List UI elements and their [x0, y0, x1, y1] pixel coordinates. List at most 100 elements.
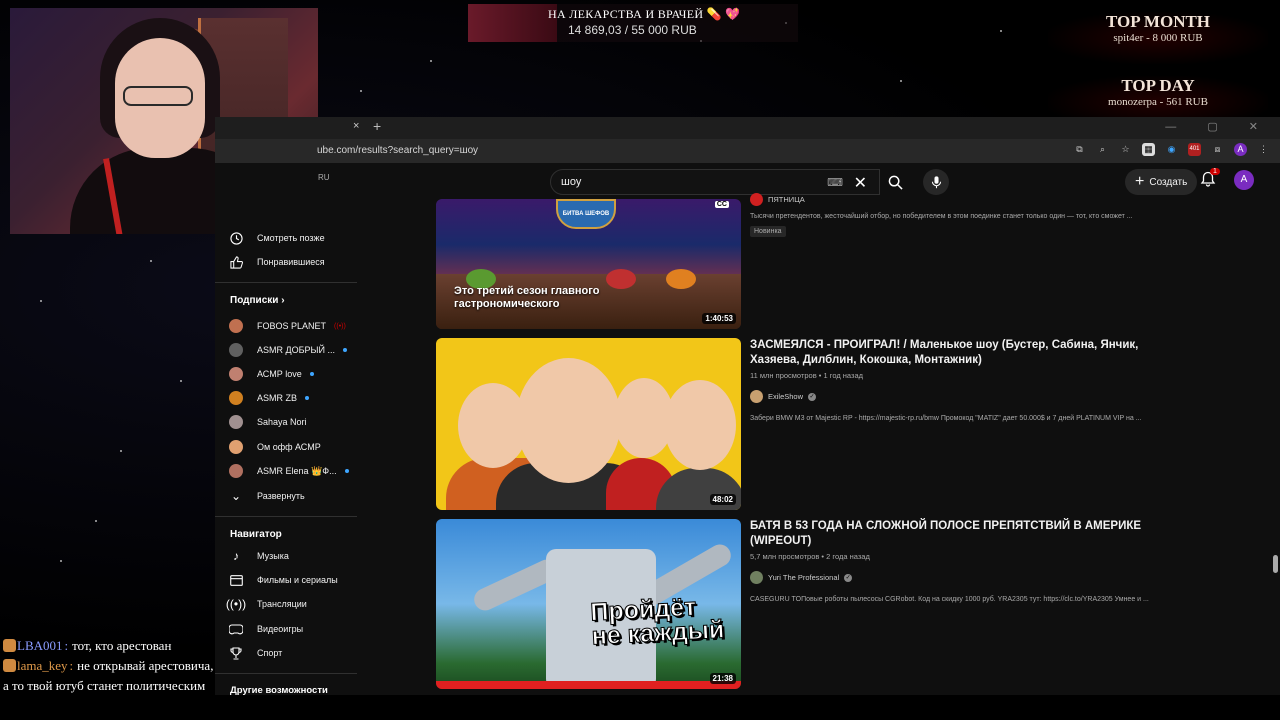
new-content-dot-icon: [344, 469, 349, 473]
browser-menu-icon[interactable]: ⋮: [1257, 143, 1270, 156]
sidebar-item-subscription[interactable]: ASMR ZB: [229, 389, 310, 407]
new-badge: Новинка: [750, 226, 786, 237]
tab-close-button[interactable]: ×: [353, 120, 359, 132]
sidebar-item-movies[interactable]: Фильмы и сериалы: [229, 571, 338, 589]
audio-extension-icon[interactable]: ◉: [1165, 143, 1178, 156]
sidebar-item-label: Фильмы и сериалы: [257, 575, 338, 585]
video-description: Тысячи претендентов, жесточайший отбор, …: [750, 213, 1133, 220]
channel-name: Sahaya Nori: [257, 417, 307, 427]
thumbnail-caption: Пройдёт не каждый: [589, 592, 725, 650]
video-meta: 5,7 млн просмотров • 2 года назад: [750, 552, 870, 561]
video-thumbnail[interactable]: 48:02: [436, 338, 741, 510]
sidebar-divider: [215, 282, 357, 283]
video-info: БАТЯ В 53 ГОДА НА СЛОЖНОЙ ПОЛОСЕ ПРЕПЯТС…: [750, 519, 1180, 603]
new-content-dot-icon: [342, 348, 347, 352]
sidebar-item-subscription[interactable]: FOBOS PLANET ((•)): [229, 317, 346, 335]
star: [1000, 30, 1002, 32]
video-title[interactable]: ЗАСМЕЯЛСЯ - ПРОИГРАЛ! / Маленькое шоу (Б…: [750, 338, 1180, 368]
video-thumbnail[interactable]: Пройдёт не каждый 21:38: [436, 519, 741, 689]
window-controls[interactable]: — ▢ ✕: [1165, 120, 1272, 133]
sidebar-item-liked[interactable]: Понравившиеся: [229, 253, 325, 271]
video-duration: 48:02: [709, 494, 736, 505]
subscriptions-heading[interactable]: Подписки ›: [230, 295, 285, 306]
channel-name: Ом офф АСМР: [257, 442, 321, 452]
keyboard-icon[interactable]: ⌨: [827, 176, 843, 189]
verified-check-icon: ✓: [844, 573, 853, 582]
sidebar-item-sports[interactable]: Спорт: [229, 644, 282, 662]
channel-avatar: [229, 464, 243, 478]
channel-name: ASMR ДОБРЫЙ ...: [257, 345, 335, 355]
tab-bar: × + — ▢ ✕: [215, 117, 1280, 139]
extension-badge[interactable]: 401: [1188, 143, 1201, 156]
sidebar-item-label: Трансляции: [257, 599, 307, 609]
search-icon: [888, 175, 903, 190]
donation-goal-widget: НА ЛЕКАРСТВА И ВРАЧЕЙ 💊 💖 14 869,03 / 55…: [468, 4, 798, 42]
extension-icon[interactable]: ▦: [1142, 143, 1155, 156]
navigator-heading: Навигатор: [230, 529, 282, 540]
create-label: Создать: [1149, 176, 1188, 188]
expand-label: Развернуть: [257, 491, 305, 501]
sidebar-item-watch-later[interactable]: Смотреть позже: [229, 229, 325, 247]
page-scrollbar[interactable]: [1273, 555, 1278, 573]
star: [60, 560, 62, 562]
channel-name: ASMR ZB: [257, 393, 298, 403]
sidebar-expand-button[interactable]: ⌄ Развернуть: [229, 487, 305, 505]
chat-message: LBA001: тот, кто арестован: [3, 636, 218, 656]
star: [430, 60, 432, 62]
channel-name: FOBOS PLANET: [257, 321, 327, 331]
bookmark-star-icon[interactable]: ☆: [1119, 143, 1132, 156]
new-tab-button[interactable]: +: [373, 118, 381, 134]
cast-icon[interactable]: ⧉: [1073, 143, 1086, 156]
top-day-entry: monozerpa - 561 RUB: [1108, 96, 1208, 108]
clear-search-icon[interactable]: ✕: [854, 173, 867, 193]
sidebar-item-subscription[interactable]: ASMR ДОБРЫЙ ...: [229, 341, 347, 359]
sidebar-item-live[interactable]: ((•)) Трансляции: [226, 595, 307, 613]
sidebar-item-music[interactable]: ♪ Музыка: [229, 547, 289, 565]
browser-profile-avatar[interactable]: A: [1234, 143, 1247, 156]
channel-avatar: [229, 319, 243, 333]
search-input[interactable]: [561, 176, 821, 188]
sidebar-item-label: Смотреть позже: [257, 233, 325, 243]
channel-name: ExileShow: [768, 392, 804, 401]
create-button[interactable]: + Создать: [1125, 169, 1198, 195]
sidebar-item-gaming[interactable]: Видеоигры: [229, 620, 303, 638]
video-info: ПЯТНИЦА Тысячи претендентов, жесточайший…: [750, 193, 1180, 238]
new-content-dot-icon: [305, 396, 310, 400]
zoom-icon[interactable]: ⌕: [1096, 143, 1109, 156]
account-avatar[interactable]: A: [1234, 170, 1254, 190]
video-meta: 11 млн просмотров • 1 год назад: [750, 371, 864, 380]
channel-row[interactable]: Yuri The Professional ✓: [750, 571, 1180, 584]
sidebar-item-label: Спорт: [257, 648, 283, 658]
chevron-down-icon: ⌄: [230, 489, 242, 503]
star: [180, 380, 182, 382]
sidebar-item-subscription[interactable]: Sahaya Nori: [229, 413, 307, 431]
channel-name: ПЯТНИЦА: [768, 195, 805, 204]
star: [120, 450, 122, 452]
url-field[interactable]: ube.com/results?search_query=шоу: [317, 145, 478, 156]
search-box: ⌨ ✕: [550, 169, 880, 195]
vegetables: [666, 269, 696, 289]
channel-row[interactable]: ExileShow ✓: [750, 390, 1180, 403]
sidebar-item-subscription[interactable]: Ом офф АСМР: [229, 438, 321, 456]
sidebar-item-subscription[interactable]: АСМР love: [229, 365, 314, 383]
platform-edge: [436, 681, 741, 689]
channel-avatar: [229, 391, 243, 405]
channel-row[interactable]: ПЯТНИЦА: [750, 193, 1180, 206]
music-note-icon: ♪: [233, 549, 239, 563]
channel-avatar: [229, 440, 243, 454]
video-thumbnail[interactable]: БИТВА ШЕФОВ Это третий сезон главного га…: [436, 199, 741, 329]
verified-check-icon: ✓: [808, 392, 817, 401]
extension-toolbar: ⧉ ⌕ ☆ ▦ ◉ 401 ⧈ A ⋮: [1073, 143, 1270, 156]
top-day-title: TOP DAY: [1121, 76, 1195, 95]
video-title[interactable]: БАТЯ В 53 ГОДА НА СЛОЖНОЙ ПОЛОСЕ ПРЕПЯТС…: [750, 519, 1180, 549]
voice-search-button[interactable]: [923, 169, 949, 195]
channel-name: Yuri The Professional: [768, 573, 840, 582]
puzzle-extensions-icon[interactable]: ⧈: [1211, 143, 1224, 156]
top-month-widget: TOP MONTH spit4er - 8 000 RUB: [1048, 12, 1268, 64]
notifications-button[interactable]: 1: [1200, 168, 1220, 191]
search-button[interactable]: [880, 169, 910, 195]
address-bar: ube.com/results?search_query=шоу ⧉ ⌕ ☆ ▦…: [215, 139, 1280, 163]
video-description: Забери BMW M3 от Majestic RP - https://m…: [750, 415, 1142, 422]
closed-captions-badge: CC: [714, 201, 729, 208]
sidebar-item-subscription[interactable]: ASMR Elena 👑Ф...: [229, 462, 349, 480]
